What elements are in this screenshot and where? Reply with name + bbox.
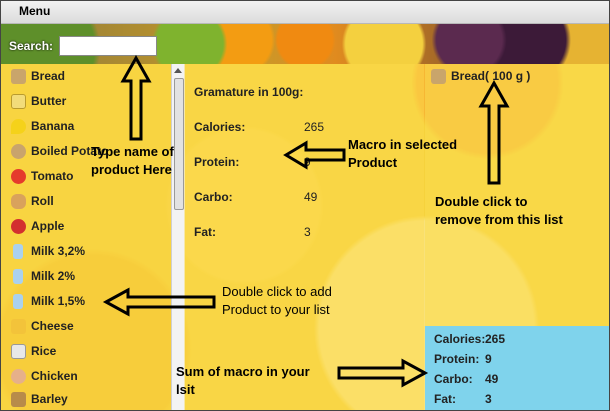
list-item[interactable]: Milk 3,2% (11, 241, 85, 261)
note-type-name: Type name of product Here (91, 143, 174, 179)
gramature-label: Gramature in 100g: (194, 85, 304, 99)
potato-icon (11, 143, 26, 159)
list-item[interactable]: Barley (11, 389, 68, 409)
roll-icon (11, 193, 26, 209)
sum-fat-value: 3 (485, 392, 492, 406)
fat-label: Fat: (194, 225, 216, 239)
carbo-value: 49 (304, 190, 318, 204)
search-input[interactable] (59, 36, 157, 56)
note-macro: Macro in selected Product (348, 136, 457, 172)
list-item[interactable]: Rice (11, 341, 56, 361)
arrow-up-icon (120, 54, 152, 141)
menu-button[interactable]: Menu (19, 4, 50, 18)
calories-value: 265 (304, 120, 325, 134)
scroll-thumb[interactable] (174, 78, 184, 210)
sum-protein-value: 9 (485, 352, 492, 366)
note-line: Double click to (435, 194, 528, 209)
calories-label: Calories: (194, 120, 246, 134)
list-item-label: Banana (31, 119, 75, 133)
scroll-up-icon[interactable] (174, 68, 182, 73)
note-line: Type name of (91, 144, 174, 159)
rice-icon (11, 343, 26, 359)
cheese-icon (11, 318, 26, 334)
note-line: Product to your list (222, 302, 330, 317)
list-item-label: Milk 2% (31, 269, 76, 283)
arrow-left-icon (283, 140, 346, 170)
milk-icon (13, 243, 23, 259)
list-item[interactable]: Butter (11, 91, 66, 111)
list-item-label: Roll (31, 194, 54, 208)
sum-calories-label: Calories: (434, 332, 486, 346)
note-line: Sum of macro in your (176, 364, 310, 379)
note-line: Macro in selected (348, 137, 458, 152)
list-item[interactable]: Banana (11, 116, 74, 136)
list-item-label: Butter (31, 94, 67, 108)
milk-icon (13, 293, 23, 309)
note-add: Double click to add Product to your list (222, 283, 332, 319)
list-item-label: Chicken (31, 369, 78, 383)
note-sum: Sum of macro in your lsit (176, 363, 310, 399)
chicken-icon (11, 368, 26, 384)
list-item[interactable]: Roll (11, 191, 54, 211)
carbo-label: Carbo: (194, 190, 233, 204)
fat-value: 3 (304, 225, 311, 239)
list-item-label: Apple (31, 219, 65, 233)
search-label: Search: (9, 39, 54, 53)
sum-carbo-label: Carbo: (434, 372, 473, 386)
app-window: Menu Search: Bread Butter Banana Boiled … (0, 0, 610, 411)
note-line: product Here (91, 162, 172, 177)
bread-icon (11, 68, 26, 84)
note-remove: Double click to remove from this list (435, 193, 563, 229)
milk-icon (13, 268, 23, 284)
list-item[interactable]: Tomato (11, 166, 73, 186)
tomato-icon (11, 168, 26, 184)
butter-icon (11, 93, 26, 109)
list-item-label: Milk 3,2% (31, 244, 86, 258)
arrow-left-icon (102, 287, 216, 317)
note-line: Double click to add (222, 284, 332, 299)
list-item-label: Bread (31, 69, 66, 83)
arrow-up-icon (478, 79, 510, 185)
sum-calories-value: 265 (485, 332, 506, 346)
list-item[interactable]: Apple (11, 216, 64, 236)
list-item-label: Milk 1,5% (31, 294, 86, 308)
bread-icon (431, 68, 446, 84)
arrow-right-icon (337, 358, 429, 388)
list-item-label: Rice (31, 344, 57, 358)
list-item[interactable]: Bread (11, 66, 65, 86)
menu-bar: Menu (1, 1, 609, 24)
list-item[interactable]: Milk 2% (11, 266, 75, 286)
list-item[interactable]: Milk 1,5% (11, 291, 85, 311)
list-item-label: Cheese (31, 319, 74, 333)
sum-fat-label: Fat: (434, 392, 456, 406)
barley-icon (11, 391, 26, 407)
list-item[interactable]: Cheese (11, 316, 74, 336)
protein-label: Protein: (194, 155, 240, 169)
note-line: remove from this list (435, 212, 563, 227)
product-list-scrollbar[interactable] (171, 64, 185, 410)
apple-icon (11, 218, 26, 234)
banana-icon (11, 118, 26, 134)
list-item-label: Tomato (31, 169, 74, 183)
sum-protein-label: Protein: (434, 352, 480, 366)
note-line: Product (348, 155, 398, 170)
sum-carbo-value: 49 (485, 372, 499, 386)
list-item-label: Barley (31, 392, 68, 406)
list-item[interactable]: Chicken (11, 366, 78, 386)
note-line: lsit (176, 382, 195, 397)
